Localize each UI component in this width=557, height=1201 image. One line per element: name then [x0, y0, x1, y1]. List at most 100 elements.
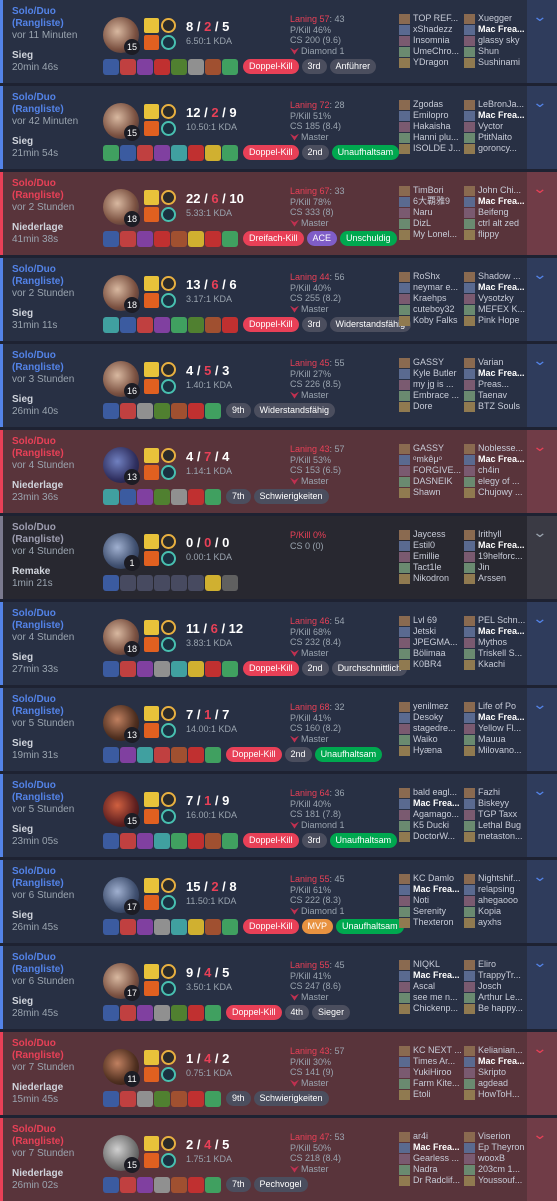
player-entry[interactable]: Mac Frea...	[464, 540, 526, 551]
player-entry[interactable]: Mac Frea...	[464, 712, 526, 723]
item-slot-icon[interactable]	[137, 1005, 153, 1021]
player-entry[interactable]: relapsing	[464, 884, 526, 895]
player-entry[interactable]: TOP REF...	[399, 13, 461, 24]
player-champion-icon[interactable]	[464, 895, 475, 906]
player-name[interactable]: Milovano...	[478, 745, 522, 755]
player-champion-icon[interactable]	[464, 540, 475, 551]
summoner-spell-flash-icon[interactable]	[144, 18, 159, 33]
player-entry[interactable]: Hyæna	[399, 745, 461, 756]
summoner-spell-flash-icon[interactable]	[144, 878, 159, 893]
match-row[interactable]: Solo/Duo (Rangliste) vor 7 Stunden Niederl…	[0, 1118, 557, 1201]
match-row[interactable]: Solo/Duo (Rangliste) vor 4 Stunden Remake 1…	[0, 516, 557, 599]
player-entry[interactable]: wooxB	[464, 1153, 526, 1164]
keystone-rune-icon[interactable]	[161, 792, 176, 807]
player-name[interactable]: Arthur Le...	[478, 992, 523, 1002]
player-champion-icon[interactable]	[464, 401, 475, 412]
player-name[interactable]: Nightshif...	[478, 873, 521, 883]
item-slot-icon[interactable]	[188, 489, 204, 505]
player-entry[interactable]: Pink Hope	[464, 315, 526, 326]
item-slot-icon[interactable]	[154, 661, 170, 677]
item-slot-icon[interactable]	[103, 403, 119, 419]
item-slot-icon[interactable]	[171, 403, 187, 419]
item-slot-icon[interactable]	[137, 661, 153, 677]
player-champion-icon[interactable]	[399, 745, 410, 756]
player-champion-icon[interactable]	[399, 196, 410, 207]
player-entry[interactable]: Shadow ...	[464, 271, 526, 282]
item-slot-icon[interactable]	[171, 59, 187, 75]
player-name[interactable]: glassy sky	[478, 35, 520, 45]
item-slot-icon[interactable]	[171, 1177, 187, 1193]
item-slot-icon[interactable]	[171, 919, 187, 935]
player-entry[interactable]: PEL Schn...	[464, 615, 526, 626]
player-name[interactable]: Farm Kite...	[413, 1078, 460, 1088]
player-name[interactable]: NIQKL	[413, 959, 440, 969]
player-entry[interactable]: Mac Frea...	[464, 110, 526, 121]
player-name[interactable]: 6大覇雅9	[413, 196, 450, 206]
item-slot-icon[interactable]	[205, 747, 221, 763]
player-champion-icon[interactable]	[399, 1078, 410, 1089]
player-entry[interactable]: Bölimaa	[399, 648, 461, 659]
player-champion-icon[interactable]	[399, 132, 410, 143]
player-name[interactable]: MEFEX K...	[478, 304, 525, 314]
item-slot-icon[interactable]	[222, 575, 238, 591]
player-name[interactable]: Xuegger	[478, 13, 512, 23]
player-champion-icon[interactable]	[399, 895, 410, 906]
item-slot-icon[interactable]	[171, 1005, 187, 1021]
player-entry[interactable]: TimBori	[399, 185, 461, 196]
player-entry[interactable]: Xuegger	[464, 13, 526, 24]
player-champion-icon[interactable]	[464, 551, 475, 562]
item-slot-icon[interactable]	[188, 403, 204, 419]
player-name[interactable]: TimBori	[413, 185, 444, 195]
player-name[interactable]: xShadezz	[413, 24, 453, 34]
player-champion-icon[interactable]	[464, 637, 475, 648]
player-entry[interactable]: Jaycess	[399, 529, 461, 540]
secondary-rune-icon[interactable]	[161, 121, 176, 136]
player-name[interactable]: Triskell S...	[478, 648, 522, 658]
item-slot-icon[interactable]	[120, 575, 136, 591]
player-name[interactable]: Vyctor	[478, 121, 503, 131]
player-name[interactable]: Chujowy ...	[478, 487, 523, 497]
player-entry[interactable]: elegy of ...	[464, 476, 526, 487]
player-entry[interactable]: Noblesse...	[464, 443, 526, 454]
player-entry[interactable]: Dore	[399, 401, 461, 412]
player-champion-icon[interactable]	[399, 368, 410, 379]
summoner-spell-flash-icon[interactable]	[144, 362, 159, 377]
player-entry[interactable]: DoctorW...	[399, 831, 461, 842]
item-slot-icon[interactable]	[137, 489, 153, 505]
summoner-spell-ignite-icon[interactable]	[144, 207, 159, 222]
player-champion-icon[interactable]	[464, 873, 475, 884]
player-champion-icon[interactable]	[464, 454, 475, 465]
match-row[interactable]: Solo/Duo (Rangliste) vor 2 Stunden Sieg 31m…	[0, 258, 557, 341]
player-champion-icon[interactable]	[399, 959, 410, 970]
player-champion-icon[interactable]	[464, 99, 475, 110]
item-slot-icon[interactable]	[120, 1091, 136, 1107]
player-champion-icon[interactable]	[399, 917, 410, 928]
player-name[interactable]: Irithyll	[478, 529, 502, 539]
player-champion-icon[interactable]	[464, 1056, 475, 1067]
summoner-spell-ignite-icon[interactable]	[144, 637, 159, 652]
player-name[interactable]: KC Damlo	[413, 873, 454, 883]
player-name[interactable]: Nadra	[413, 1164, 438, 1174]
player-champion-icon[interactable]	[399, 185, 410, 196]
player-name[interactable]: Arssen	[478, 573, 506, 583]
player-name[interactable]: My Lonel...	[413, 229, 457, 239]
player-entry[interactable]: metaston...	[464, 831, 526, 842]
player-entry[interactable]: Dr Radclif...	[399, 1175, 461, 1186]
player-champion-icon[interactable]	[464, 701, 475, 712]
expand-double-chevron-icon[interactable]: ⌄	[532, 438, 547, 455]
player-champion-icon[interactable]	[399, 734, 410, 745]
player-champion-icon[interactable]	[399, 540, 410, 551]
item-slot-icon[interactable]	[205, 833, 221, 849]
player-entry[interactable]: Mythos	[464, 637, 526, 648]
match-row[interactable]: Solo/Duo (Rangliste) vor 42 Minuten Sieg 21…	[0, 86, 557, 169]
expand-double-chevron-icon[interactable]: ⌄	[532, 180, 547, 197]
player-entry[interactable]: KC Damlo	[399, 873, 461, 884]
secondary-rune-icon[interactable]	[161, 379, 176, 394]
player-entry[interactable]: agdead	[464, 1078, 526, 1089]
player-name[interactable]: Chickenp...	[413, 1003, 458, 1013]
item-slot-icon[interactable]	[137, 59, 153, 75]
player-entry[interactable]: ᵒmkêμᵒ	[399, 454, 461, 465]
expand-button[interactable]: ⌄	[527, 516, 557, 599]
player-entry[interactable]: goroncy...	[464, 143, 526, 154]
item-slot-icon[interactable]	[154, 231, 170, 247]
